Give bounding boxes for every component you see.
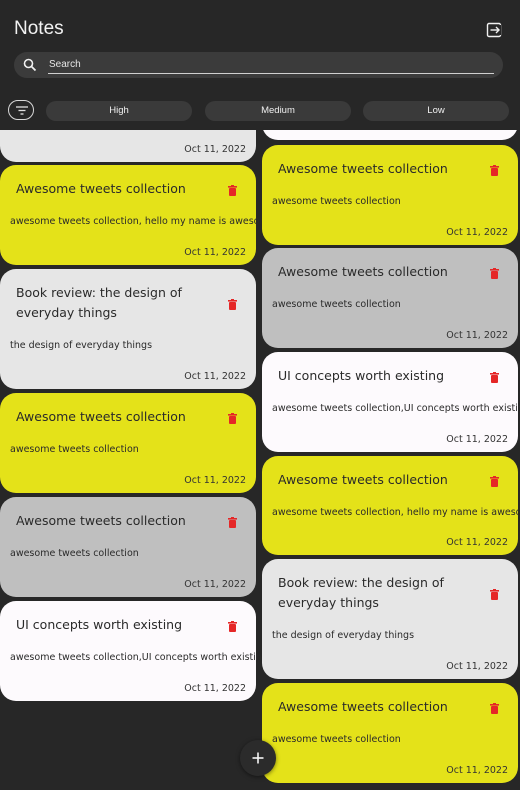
note-body: awesome tweets collection	[272, 196, 401, 207]
trash-icon[interactable]	[228, 517, 237, 528]
add-note-button[interactable]	[240, 740, 276, 776]
plus-icon	[252, 752, 264, 764]
app-bar: Notes	[0, 0, 520, 52]
note-title: Awesome tweets collection	[278, 161, 448, 176]
chip-low[interactable]: Low	[363, 101, 509, 121]
trash-icon[interactable]	[490, 589, 499, 600]
note-body: awesome tweets collection	[10, 444, 139, 455]
notes-grid: Oct 11, 2022 Awesome tweets collection awe…	[0, 130, 520, 790]
chip-high[interactable]: High	[46, 101, 192, 121]
search-icon	[23, 58, 37, 72]
note-date: Oct 11, 2022	[184, 475, 246, 486]
note-title: Book review: the design of everyday thin…	[278, 575, 444, 610]
note-title: Awesome tweets collection	[278, 264, 448, 279]
note-card[interactable]: UI concepts worth existing awesome tweets…	[0, 601, 268, 701]
trash-icon[interactable]	[490, 268, 499, 279]
trash-icon[interactable]	[228, 299, 237, 310]
filter-icon	[16, 106, 28, 115]
note-title: UI concepts worth existing	[16, 617, 183, 632]
note-body: awesome tweets collection,UI concepts wo…	[10, 652, 268, 663]
note-title: Book review: the design of everyday thin…	[16, 285, 182, 320]
trash-icon[interactable]	[490, 165, 499, 176]
note-card[interactable]: Book review: the design of everyday thin…	[0, 269, 256, 389]
note-date: Oct 11, 2022	[184, 247, 246, 258]
note-body: awesome tweets collection, hello my name…	[272, 507, 520, 518]
chip-medium[interactable]: Medium	[205, 101, 351, 121]
note-date: Oct 11, 2022	[446, 227, 508, 238]
trash-icon[interactable]	[490, 372, 499, 383]
note-title: Awesome tweets collection	[16, 409, 186, 424]
note-card[interactable]: Awesome tweets collection awesome tweets …	[262, 683, 518, 783]
note-date: Oct 11, 2022	[184, 371, 246, 382]
note-card[interactable]: Awesome tweets collection awesome tweets …	[0, 165, 275, 265]
note-body: the design of everyday things	[10, 340, 153, 351]
trash-icon[interactable]	[228, 413, 237, 424]
note-body: awesome tweets collection, hello my name…	[10, 216, 275, 227]
note-card[interactable]: Oct 11, 2022	[0, 130, 256, 162]
note-card[interactable]: Awesome tweets collection awesome tweets …	[0, 497, 256, 597]
note-date: Oct 11, 2022	[184, 683, 246, 694]
note-title: Awesome tweets collection	[16, 181, 186, 196]
note-title: Awesome tweets collection	[16, 513, 186, 528]
note-title: UI concepts worth existing	[278, 368, 445, 383]
trash-icon[interactable]	[490, 703, 499, 714]
search-input[interactable]	[48, 56, 494, 74]
trash-icon[interactable]	[490, 476, 499, 487]
trash-icon[interactable]	[228, 185, 237, 196]
note-card[interactable]: Awesome tweets collection awesome tweets …	[262, 456, 520, 555]
note-date: Oct 11, 2022	[446, 330, 508, 341]
note-date: Oct 11, 2022	[184, 579, 246, 590]
note-body: the design of everyday things	[272, 630, 415, 641]
note-date: Oct 11, 2022	[446, 537, 508, 548]
note-card[interactable]: Awesome tweets collection awesome tweets …	[262, 248, 518, 348]
note-date: Oct 11, 2022	[446, 765, 508, 776]
note-card[interactable]	[262, 130, 518, 140]
note-card[interactable]: Book review: the design of everyday thin…	[262, 559, 518, 679]
note-body: awesome tweets collection	[10, 548, 139, 559]
note-card[interactable]: Awesome tweets collection awesome tweets …	[0, 393, 256, 493]
search-bar	[14, 52, 503, 78]
note-body: awesome tweets collection,UI concepts wo…	[272, 403, 520, 414]
trash-icon[interactable]	[228, 621, 237, 632]
note-title: Awesome tweets collection	[278, 699, 448, 714]
note-body: awesome tweets collection	[272, 299, 401, 310]
note-date: Oct 11, 2022	[446, 661, 508, 672]
note-body: awesome tweets collection	[272, 734, 401, 745]
filter-button[interactable]	[8, 100, 34, 120]
note-card[interactable]: UI concepts worth existing awesome tweets…	[262, 352, 520, 452]
note-date: Oct 11, 2022	[184, 144, 246, 155]
logout-icon[interactable]	[486, 22, 502, 38]
note-card[interactable]: Awesome tweets collection awesome tweets …	[262, 145, 518, 245]
note-date: Oct 11, 2022	[446, 434, 508, 445]
page-title: Notes	[14, 18, 64, 39]
note-title: Awesome tweets collection	[278, 472, 448, 487]
